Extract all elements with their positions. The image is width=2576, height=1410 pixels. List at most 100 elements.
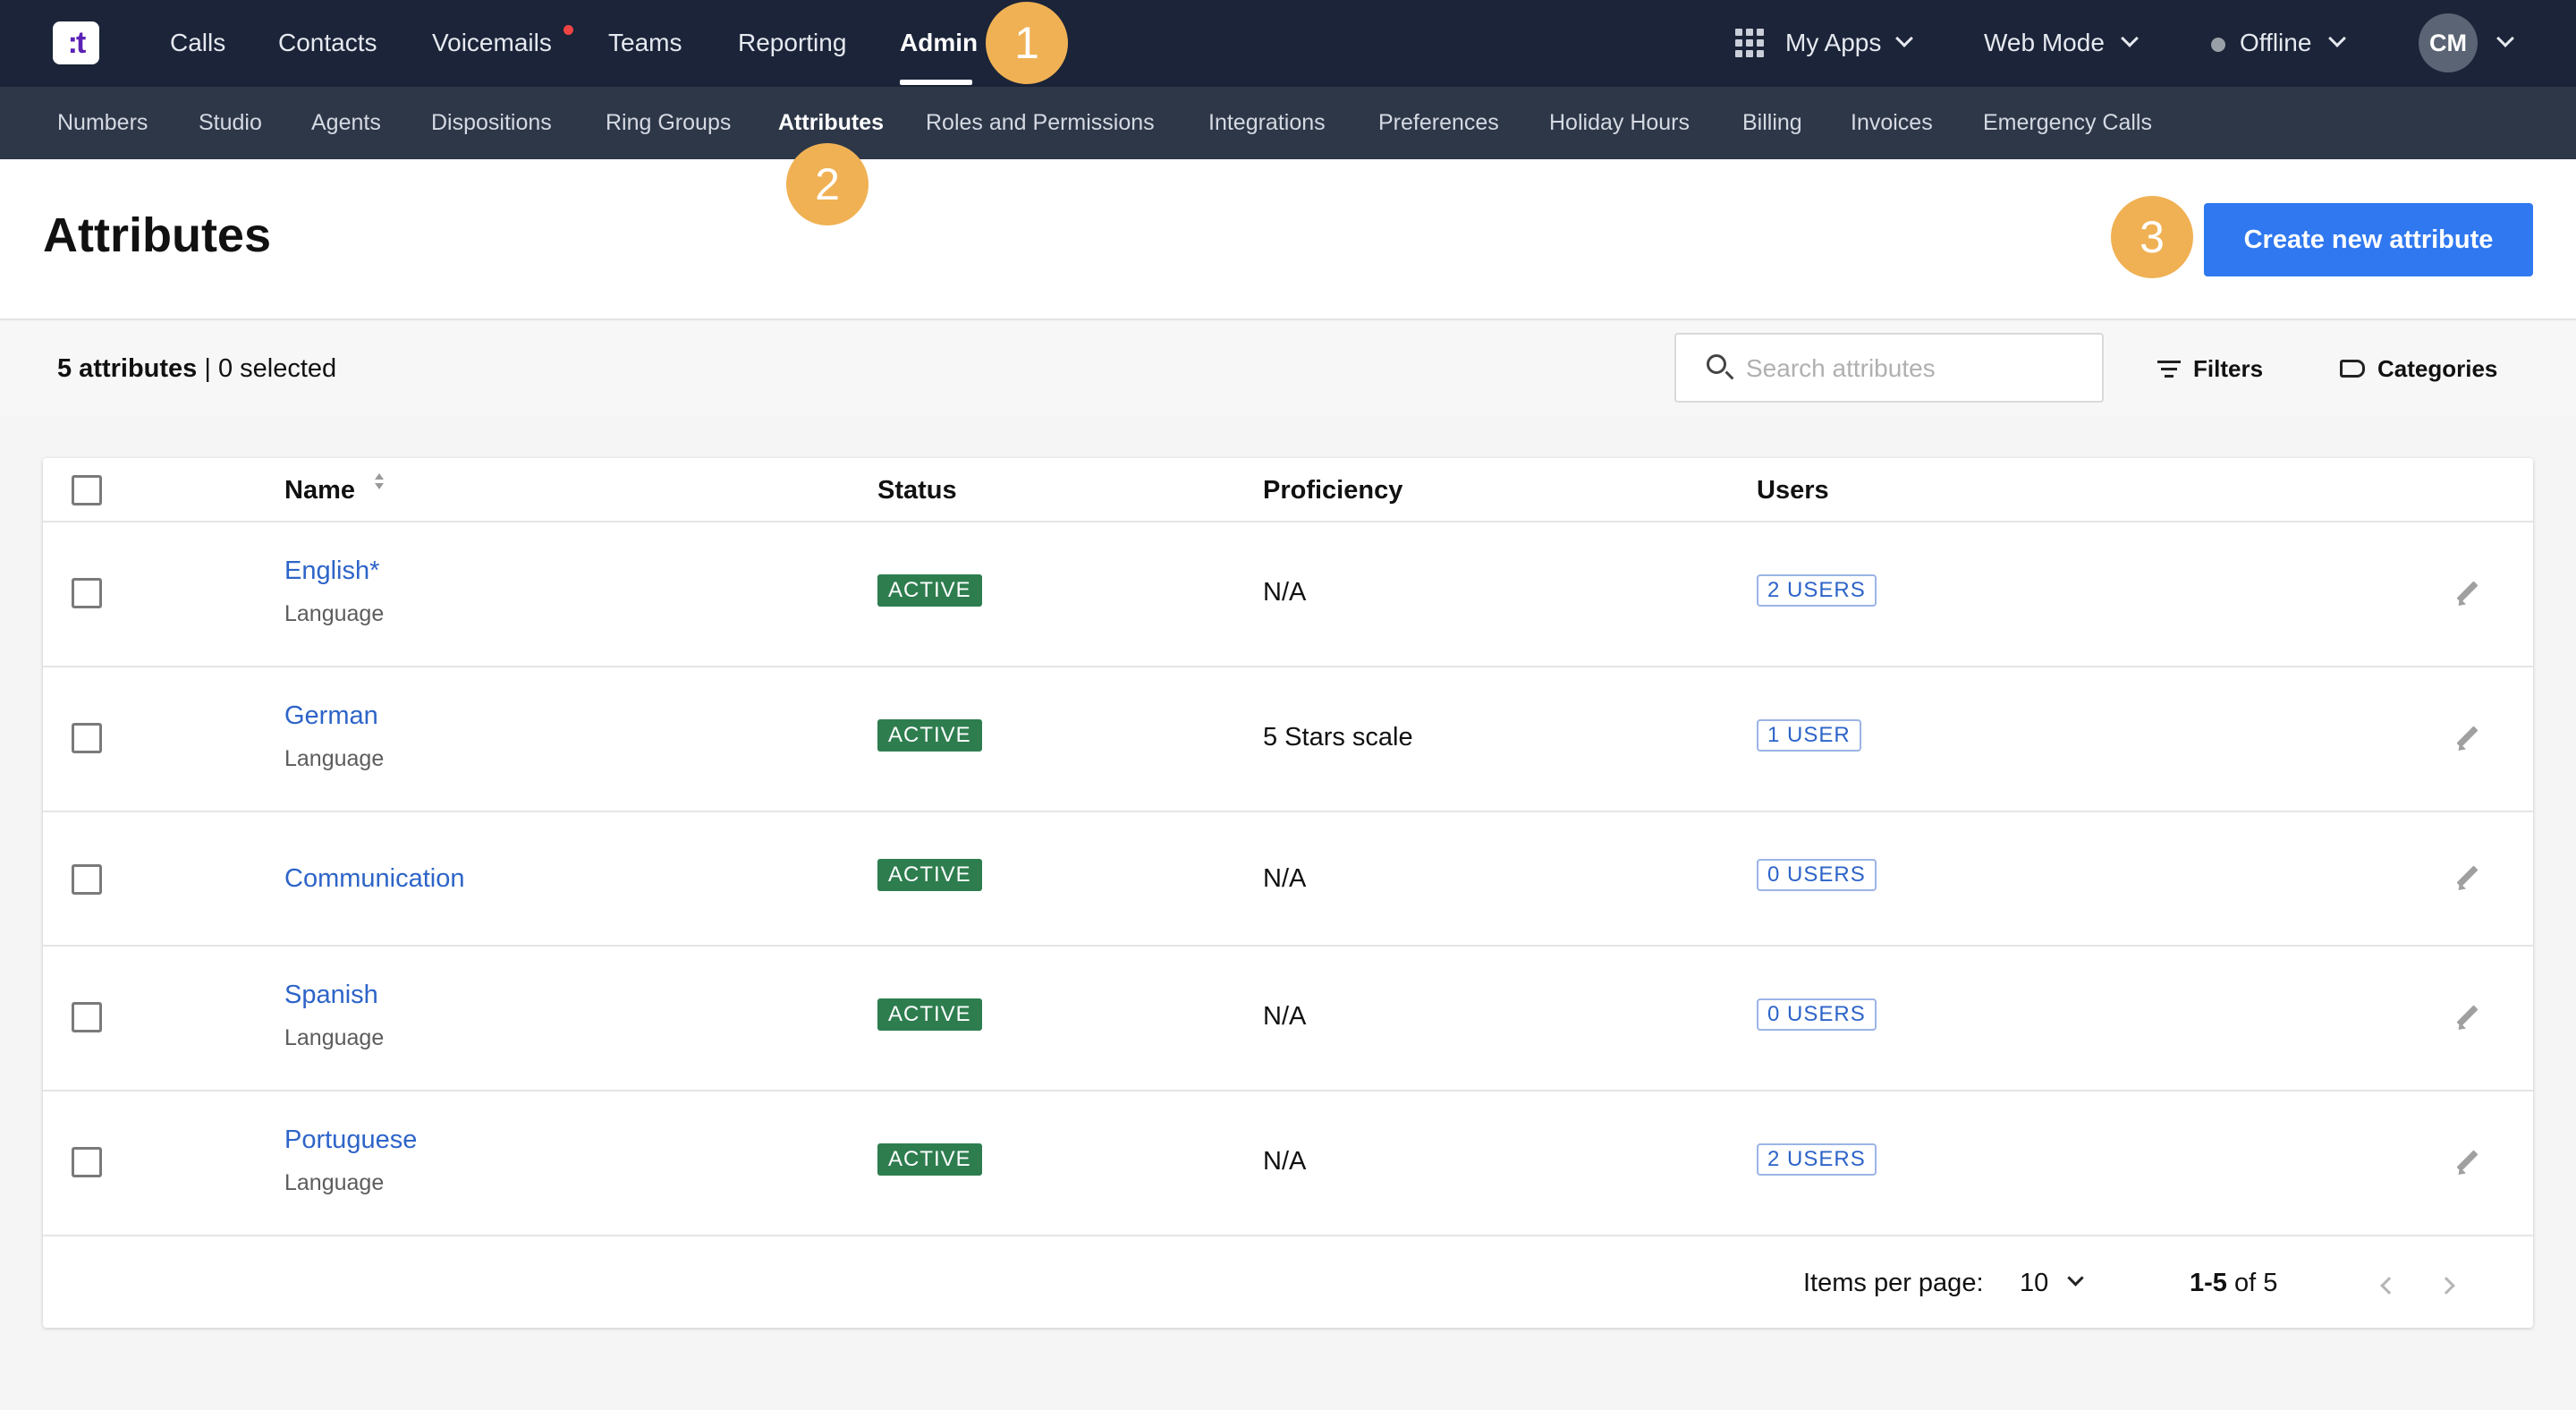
- previous-page-chevron-icon[interactable]: [2380, 1277, 2398, 1295]
- subnav-emergency-calls[interactable]: Emergency Calls: [1983, 87, 2152, 159]
- nav-contacts[interactable]: Contacts: [278, 0, 377, 87]
- step-badge-2: 2: [786, 143, 869, 225]
- table-row[interactable]: Communication ACTIVE N/A 0 USERS: [43, 812, 2533, 947]
- step-badge-3: 3: [2111, 196, 2193, 278]
- subnav-billing[interactable]: Billing: [1742, 87, 1802, 159]
- row-checkbox[interactable]: [72, 578, 102, 608]
- nav-voicemails[interactable]: Voicemails: [432, 0, 552, 87]
- categories-label: Categories: [2377, 355, 2498, 382]
- page-total: of 5: [2226, 1269, 2278, 1297]
- attribute-category: Language: [284, 746, 385, 771]
- avatar-chevron-down-icon[interactable]: [2496, 30, 2514, 47]
- next-page-chevron-icon[interactable]: [2437, 1277, 2455, 1295]
- row-checkbox[interactable]: [72, 1002, 102, 1032]
- attribute-name-link[interactable]: English*: [284, 556, 379, 586]
- users-count-badge[interactable]: 2 USERS: [1757, 574, 1877, 607]
- search-box[interactable]: [1674, 333, 2104, 403]
- count-separator: |: [197, 354, 218, 383]
- attribute-name-link[interactable]: German: [284, 701, 378, 731]
- status-badge: ACTIVE: [877, 719, 982, 752]
- column-header-users: Users: [1757, 476, 1829, 505]
- step-badge-1: 1: [986, 2, 1068, 84]
- attribute-name-link[interactable]: Portuguese: [284, 1125, 417, 1155]
- presence-status-menu[interactable]: Offline: [2240, 0, 2311, 87]
- my-apps-chevron-down-icon[interactable]: [1895, 30, 1913, 47]
- proficiency-value: N/A: [1263, 864, 1307, 893]
- edit-pencil-icon[interactable]: [2453, 862, 2483, 893]
- proficiency-value: N/A: [1263, 578, 1307, 607]
- status-badge: ACTIVE: [877, 1143, 982, 1176]
- row-checkbox[interactable]: [72, 723, 102, 753]
- web-mode-chevron-down-icon[interactable]: [2121, 30, 2139, 47]
- subnav-agents[interactable]: Agents: [311, 87, 381, 159]
- subnav-integrations[interactable]: Integrations: [1208, 87, 1326, 159]
- users-count-badge[interactable]: 0 USERS: [1757, 998, 1877, 1031]
- users-count-badge[interactable]: 1 USER: [1757, 719, 1861, 752]
- table-header: Name Status Proficiency Users: [43, 458, 2533, 522]
- items-per-page-select[interactable]: 10: [2020, 1269, 2048, 1298]
- subnav-dispositions[interactable]: Dispositions: [431, 87, 552, 159]
- column-header-name[interactable]: Name: [284, 476, 355, 505]
- attribute-category: Language: [284, 1170, 385, 1195]
- app-logo[interactable]: :t: [53, 21, 99, 64]
- nav-calls[interactable]: Calls: [170, 0, 225, 87]
- subnav-preferences[interactable]: Preferences: [1378, 87, 1499, 159]
- status-badge: ACTIVE: [877, 859, 982, 891]
- status-chevron-down-icon[interactable]: [2328, 30, 2346, 47]
- attribute-category: Language: [284, 601, 385, 626]
- nav-admin[interactable]: Admin: [900, 0, 978, 87]
- subnav-ring-groups[interactable]: Ring Groups: [606, 87, 731, 159]
- filter-icon: [2157, 361, 2181, 378]
- subnav-roles-and-permissions[interactable]: Roles and Permissions: [926, 87, 1155, 159]
- users-count-badge[interactable]: 0 USERS: [1757, 859, 1877, 891]
- column-header-proficiency: Proficiency: [1263, 476, 1403, 505]
- proficiency-value: N/A: [1263, 1002, 1307, 1031]
- edit-pencil-icon[interactable]: [2453, 578, 2483, 608]
- edit-pencil-icon[interactable]: [2453, 1147, 2483, 1177]
- page-range-value: 1-5: [2190, 1269, 2227, 1297]
- subnav-numbers[interactable]: Numbers: [57, 87, 148, 159]
- categories-button[interactable]: Categories: [2340, 349, 2501, 388]
- attribute-name-link[interactable]: Communication: [284, 864, 464, 894]
- items-per-page-label: Items per page:: [1803, 1269, 1984, 1297]
- select-all-checkbox[interactable]: [72, 475, 102, 505]
- subnav-invoices[interactable]: Invoices: [1851, 87, 1933, 159]
- selection-summary: 5 attributes | 0 selected: [57, 354, 336, 384]
- filters-label: Filters: [2193, 355, 2264, 382]
- row-checkbox[interactable]: [72, 1147, 102, 1177]
- proficiency-value: N/A: [1263, 1147, 1307, 1176]
- nav-reporting[interactable]: Reporting: [738, 0, 846, 87]
- attribute-name-link[interactable]: Spanish: [284, 981, 378, 1010]
- tag-icon: [2340, 360, 2365, 378]
- row-checkbox[interactable]: [72, 864, 102, 895]
- attribute-count: 5 attributes: [57, 354, 198, 383]
- list-toolbar: 5 attributes | 0 selected Filters Catego…: [0, 322, 2576, 415]
- status-badge: ACTIVE: [877, 998, 982, 1031]
- edit-pencil-icon[interactable]: [2453, 723, 2483, 753]
- table-row[interactable]: Portuguese Language ACTIVE N/A 2 USERS: [43, 1091, 2533, 1236]
- nav-teams[interactable]: Teams: [608, 0, 682, 87]
- page-range: 1-5 of 5: [2190, 1269, 2277, 1298]
- attributes-table: Name Status Proficiency Users English* L…: [43, 458, 2533, 1328]
- search-input[interactable]: [1746, 349, 2086, 388]
- sort-icon[interactable]: [374, 473, 385, 495]
- admin-sub-navigation: Numbers Studio Agents Dispositions Ring …: [0, 87, 2576, 159]
- table-row[interactable]: English* Language ACTIVE N/A 2 USERS: [43, 522, 2533, 667]
- edit-pencil-icon[interactable]: [2453, 1002, 2483, 1032]
- active-tab-indicator: [900, 80, 972, 85]
- subnav-holiday-hours[interactable]: Holiday Hours: [1549, 87, 1690, 159]
- status-dot-icon: [2211, 38, 2225, 52]
- web-mode-menu[interactable]: Web Mode: [1984, 0, 2105, 87]
- my-apps-menu[interactable]: My Apps: [1785, 0, 1881, 87]
- table-row[interactable]: German Language ACTIVE 5 Stars scale 1 U…: [43, 667, 2533, 812]
- apps-grid-icon[interactable]: [1735, 29, 1764, 57]
- selected-count: 0 selected: [217, 354, 337, 383]
- filters-button[interactable]: Filters: [2157, 349, 2283, 388]
- subnav-studio[interactable]: Studio: [199, 87, 262, 159]
- table-row[interactable]: Spanish Language ACTIVE N/A 0 USERS: [43, 947, 2533, 1091]
- create-new-attribute-button[interactable]: Create new attribute: [2204, 203, 2533, 276]
- items-per-page-chevron-down-icon[interactable]: [2067, 1270, 2084, 1287]
- search-icon: [1707, 354, 1726, 374]
- users-count-badge[interactable]: 2 USERS: [1757, 1143, 1877, 1176]
- user-avatar[interactable]: CM: [2419, 13, 2478, 72]
